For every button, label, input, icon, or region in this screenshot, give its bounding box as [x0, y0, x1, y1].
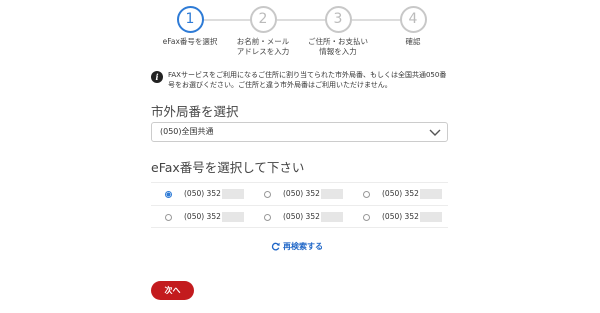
step-4: 4 確認 — [368, 6, 458, 47]
area-code-select[interactable]: (050)全国共通 — [151, 122, 448, 142]
notice: i FAXサービスをご利用になるご住所に割り当てられた市外局番、もしくは全国共通… — [151, 70, 451, 90]
redacted-digits — [419, 212, 442, 222]
step-number: 3 — [324, 6, 352, 33]
radio-button[interactable] — [165, 190, 172, 198]
number-text: (050) 352 — [382, 189, 442, 199]
redacted-digits — [320, 189, 343, 199]
step-number: 4 — [399, 6, 427, 33]
efax-number-heading: eFax番号を選択して下さい — [151, 160, 305, 175]
number-text: (050) 352 — [283, 189, 343, 199]
number-text: (050) 352 — [184, 189, 244, 199]
redacted-digits — [221, 189, 244, 199]
area-code-selected-value: (050)全国共通 — [160, 127, 214, 136]
number-option[interactable]: (050) 352 — [250, 206, 349, 228]
redacted-digits — [221, 212, 244, 222]
research-link[interactable]: 再検索する — [271, 241, 323, 252]
number-option[interactable]: (050) 352 — [349, 206, 448, 228]
redacted-digits — [320, 212, 343, 222]
radio-button[interactable] — [264, 190, 271, 198]
redacted-digits — [419, 189, 442, 199]
step-number: 2 — [249, 6, 277, 33]
radio-button[interactable] — [363, 190, 370, 198]
number-option[interactable]: (050) 352 — [151, 183, 250, 205]
number-option[interactable]: (050) 352 — [151, 206, 250, 228]
efax-number-grid: (050) 352 (050) 352 (050) 352 (050) 352 … — [151, 182, 448, 228]
next-button[interactable]: 次へ — [151, 281, 194, 300]
info-icon: i — [151, 71, 163, 83]
number-text: (050) 352 — [184, 212, 244, 222]
number-text: (050) 352 — [382, 212, 442, 222]
number-row: (050) 352 (050) 352 (050) 352 — [151, 205, 448, 227]
radio-button[interactable] — [264, 213, 271, 221]
number-row: (050) 352 (050) 352 (050) 352 — [151, 183, 448, 205]
number-text: (050) 352 — [283, 212, 343, 222]
step-label: 確認 — [405, 37, 421, 46]
number-option[interactable]: (050) 352 — [349, 183, 448, 205]
notice-text: FAXサービスをご利用になるご住所に割り当てられた市外局番、もしくは全国共通05… — [168, 71, 447, 89]
radio-button[interactable] — [165, 213, 172, 221]
area-code-heading: 市外局番を選択 — [151, 104, 239, 119]
refresh-icon — [271, 242, 280, 251]
research-label: 再検索する — [283, 242, 323, 251]
chevron-down-icon — [429, 129, 441, 136]
number-option[interactable]: (050) 352 — [250, 183, 349, 205]
step-number: 1 — [176, 6, 204, 33]
progress-stepper: 1 eFax番号を選択 2 お名前・メール アドレスを入力 3 ご住所・お支払い… — [150, 6, 450, 62]
radio-button[interactable] — [363, 213, 370, 221]
